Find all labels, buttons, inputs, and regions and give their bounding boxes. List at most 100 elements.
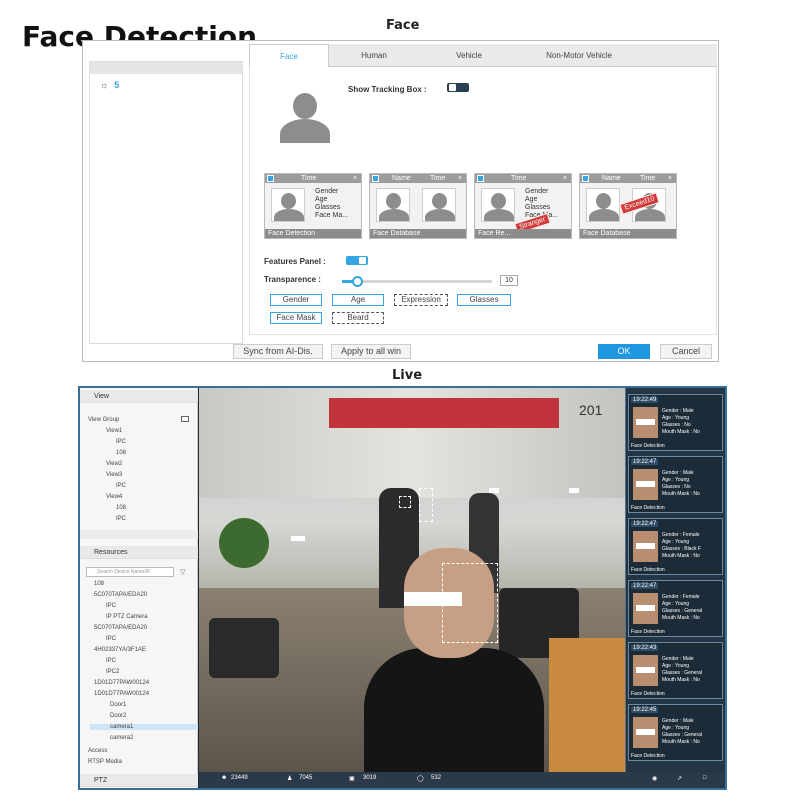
cancel-button[interactable]: Cancel — [660, 344, 712, 359]
tree-camera-item[interactable]: ☼ 5 — [100, 80, 119, 90]
plant-left — [219, 518, 269, 568]
device-search-input[interactable]: Search Device Name/IP — [86, 567, 174, 577]
view-item[interactable]: IPC — [116, 516, 126, 522]
resource-item[interactable]: IPC — [106, 636, 116, 642]
checkbox-icon[interactable] — [372, 175, 379, 182]
group-icon: ♟ — [287, 776, 293, 782]
card-header: Name Time × — [370, 174, 466, 183]
face-tracking-box[interactable] — [419, 488, 433, 522]
resource-item[interactable]: 4H02337YA/3F1AE — [94, 647, 146, 653]
view-toolbar — [80, 530, 198, 539]
resource-item[interactable]: camera2 — [110, 735, 133, 741]
show-tracking-box-toggle[interactable] — [447, 83, 469, 92]
slider-handle[interactable] — [352, 276, 363, 287]
feature-face-mask-button[interactable]: Face Mask — [270, 312, 322, 324]
show-tracking-box-label: Show Tracking Box : — [348, 85, 427, 94]
face-tracking-box[interactable] — [399, 496, 411, 508]
resource-item[interactable]: IPC — [106, 603, 116, 609]
person-icon: ☻ — [221, 775, 228, 781]
capture-card[interactable]: 19:22:43 Gender : Male Age : Young Glasses … — [628, 642, 723, 699]
resource-item[interactable]: IPC2 — [106, 669, 119, 675]
tab-non-motor-vehicle[interactable]: Non-Motor Vehicle — [519, 44, 639, 67]
feature-age-button[interactable]: Age — [332, 294, 384, 306]
car-icon: ▣ — [349, 776, 355, 782]
apply-to-all-button[interactable]: Apply to all win — [331, 344, 411, 359]
view-item[interactable]: IPC — [116, 483, 126, 489]
tab-human[interactable]: Human — [329, 44, 419, 67]
view-group-item[interactable]: View Group — [88, 417, 119, 423]
view-item[interactable]: View1 — [106, 428, 122, 434]
checkbox-icon[interactable] — [582, 175, 589, 182]
person-count: 23449 — [231, 775, 248, 781]
card-footer: Face Database — [370, 229, 466, 238]
resource-item[interactable]: 1D01D77PAW00124 — [94, 691, 149, 697]
ok-button[interactable]: OK — [598, 344, 650, 359]
video-timestamp: 201 — [579, 402, 603, 418]
card-footer: Face Database — [580, 229, 676, 238]
tab-vehicle[interactable]: Vehicle — [419, 44, 519, 67]
camera-snapshot-icon[interactable]: ◉ — [652, 775, 657, 782]
sofa — [209, 618, 279, 678]
live-video-feed[interactable]: 201 — [199, 388, 625, 772]
view-header[interactable]: View — [80, 390, 198, 403]
layout-icon[interactable] — [181, 416, 189, 422]
resource-item[interactable]: 5C070TAPA/EDA20 — [94, 625, 147, 631]
view-item[interactable]: 108 — [116, 450, 126, 456]
resource-item[interactable]: 5C070TAPA/EDA20 — [94, 592, 147, 598]
view-item[interactable]: IPC — [116, 439, 126, 445]
capture-card[interactable]: 19:22:47 Gender : Female Age : Young Glasse… — [628, 518, 723, 575]
feature-expression-button[interactable]: Expression — [394, 294, 448, 306]
checkbox-icon[interactable] — [477, 175, 484, 182]
face-config-panel: Show Tracking Box : Time × Gender Age Glass… — [249, 67, 717, 335]
bike-count: 532 — [431, 775, 442, 781]
face-privacy-mask — [404, 592, 462, 606]
fullscreen-icon[interactable]: ↗ — [677, 775, 682, 782]
feature-glasses-button[interactable]: Glasses — [457, 294, 511, 306]
filter-icon[interactable]: ▽ — [180, 568, 185, 576]
resource-item[interactable]: 1D01D77PAW00124 — [94, 680, 149, 686]
resource-item[interactable]: Door2 — [110, 713, 126, 719]
capture-attributes: Gender : Male Age : Young Glasses : Genera… — [662, 656, 703, 683]
capture-type-label: Face Detection — [631, 691, 665, 697]
rtsp-media-item[interactable]: RTSP Media — [88, 759, 122, 765]
view-item[interactable]: View2 — [106, 461, 122, 467]
sync-from-ai-button[interactable]: Sync from AI-Dis. — [233, 344, 323, 359]
resource-item-selected[interactable]: camera1 — [90, 724, 198, 730]
capture-card[interactable]: 19:22:47 Gender : Male Age : Young Glasses … — [628, 456, 723, 513]
access-item[interactable]: Access — [88, 748, 107, 754]
ptz-header[interactable]: PTZ — [80, 774, 198, 787]
capture-attributes: Gender : Female Age : Young Glasses : Gene… — [662, 594, 703, 621]
card-attributes: Gender Age Glasses Face Ma... — [315, 188, 349, 219]
transparence-label: Transparence : — [264, 275, 321, 284]
resource-item[interactable]: Door1 — [110, 702, 126, 708]
transparence-slider[interactable] — [342, 276, 492, 287]
camera-icon: ☼ — [100, 80, 109, 90]
checkbox-icon[interactable] — [267, 175, 274, 182]
tab-face[interactable]: Face — [249, 44, 329, 67]
view-item[interactable]: View4 — [106, 494, 122, 500]
capture-attributes: Gender : Female Age : Young Glasses : Blac… — [662, 532, 701, 559]
features-panel-toggle[interactable] — [346, 256, 368, 265]
feature-beard-button[interactable]: Beard — [332, 312, 384, 324]
preview-card-face-detection: Time × Gender Age Glasses Face Ma... Face De… — [264, 173, 362, 239]
feature-gender-button[interactable]: Gender — [270, 294, 322, 306]
live-sidebar: View View Group View1 IPC 108 View2 View… — [80, 388, 198, 788]
capture-type-label: Face Detection — [631, 443, 665, 449]
transparence-value-input[interactable]: 10 — [500, 275, 518, 286]
preview-card-face-database: Name Time × Face Database — [369, 173, 467, 239]
resource-item[interactable]: 108 — [94, 581, 104, 587]
capture-card[interactable]: 19:22:49 Gender : Male Age : Young Glasses … — [628, 394, 723, 451]
view-item[interactable]: 108 — [116, 505, 126, 511]
window-icon[interactable]: □ — [703, 775, 707, 781]
face-section-label: Face — [386, 18, 420, 33]
resources-header[interactable]: Resources — [80, 546, 198, 559]
resource-item[interactable]: IPC — [106, 658, 116, 664]
capture-card[interactable]: 19:22:45 Gender : Male Age : Young Glasses … — [628, 704, 723, 761]
capture-type-label: Face Detection — [631, 629, 665, 635]
capture-time: 19:22:47 — [631, 521, 659, 527]
device-tree-header — [90, 62, 242, 74]
view-item[interactable]: View3 — [106, 472, 122, 478]
resource-item[interactable]: IP PTZ Camera — [106, 614, 148, 620]
capture-card[interactable]: 19:22:47 Gender : Female Age : Young Glasse… — [628, 580, 723, 637]
capture-type-label: Face Detection — [631, 567, 665, 573]
